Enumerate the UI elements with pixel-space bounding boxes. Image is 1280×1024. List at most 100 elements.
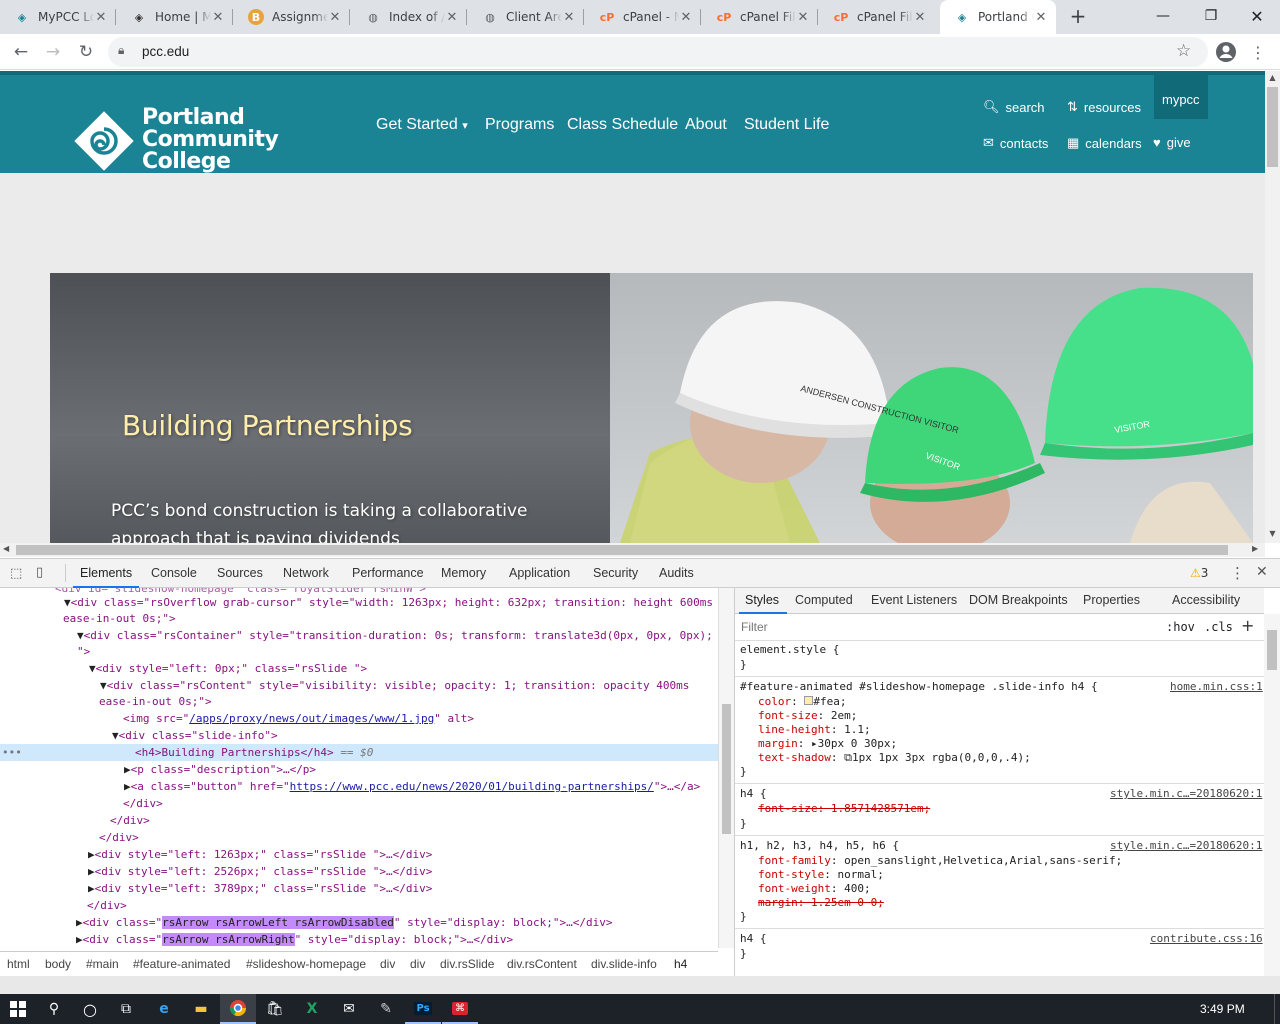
dom-line[interactable]: ▶<div class="rsArrow rsArrowRight" style… (76, 931, 513, 948)
css-property[interactable]: font-weight: 400; (758, 882, 871, 896)
styles-tab-properties[interactable]: Properties (1083, 593, 1140, 607)
css-property[interactable]: font-size: 2em; (758, 709, 857, 723)
css-property[interactable]: margin: ▸30px 0 30px; (758, 737, 897, 751)
pcc-logo-icon[interactable] (72, 109, 136, 173)
breadcrumb-item[interactable]: div (410, 957, 425, 971)
expand-arrow-icon[interactable]: ▶ (88, 865, 95, 878)
dom-link[interactable]: https://www.pcc.edu/news/2020/01/buildin… (290, 780, 654, 793)
devtools-tab-application[interactable]: Application (509, 566, 570, 580)
ellipsis-icon[interactable]: ••• (2, 744, 22, 761)
devtools-tab-network[interactable]: Network (283, 566, 329, 580)
tab-portland-cc[interactable]: ◈ Portland C ✕ (940, 0, 1056, 34)
scroll-thumb[interactable] (1267, 87, 1278, 167)
acrobat-icon[interactable]: ⌘ (442, 994, 478, 1024)
tab-client-area[interactable]: ◍ Client Are ✕ (468, 0, 584, 34)
taskbar-clock[interactable]: 3:49 PM (1200, 1002, 1245, 1016)
cls-toggle[interactable]: .cls (1204, 620, 1233, 634)
tab-index-of[interactable]: ◍ Index of / ✕ (351, 0, 467, 34)
close-window-button[interactable]: ✕ (1234, 0, 1280, 32)
close-icon[interactable]: ✕ (562, 10, 576, 25)
tab-cpanel-files-1[interactable]: cP cPanel Fil ✕ (702, 0, 818, 34)
windows-start-icon[interactable] (0, 994, 36, 1024)
close-icon[interactable]: ✕ (796, 10, 810, 25)
devtools-tab-memory[interactable]: Memory (441, 566, 486, 580)
minimize-button[interactable]: — (1140, 0, 1186, 32)
excel-icon[interactable]: X (294, 994, 330, 1024)
breadcrumb-item[interactable]: html (7, 957, 30, 971)
nav-student-life[interactable]: Student Life (744, 116, 829, 134)
breadcrumb-item[interactable]: div.rsContent (507, 957, 577, 971)
elements-scrollbar[interactable] (718, 588, 734, 948)
dom-line[interactable]: ease-in-out 0s;"> (99, 693, 212, 710)
dom-line-selected[interactable]: ••• <h4>Building Partnerships</h4> == $0 (0, 744, 718, 761)
star-icon[interactable]: ☆ (1176, 41, 1191, 61)
breadcrumb-item[interactable]: #main (86, 957, 119, 971)
shadow-editor-icon[interactable]: ⧉ (844, 751, 852, 764)
new-rule-plus-icon[interactable]: + (1241, 616, 1254, 635)
rule-selector[interactable]: #feature-animated #slideshow-homepage .s… (740, 680, 1098, 694)
page-horizontal-scrollbar[interactable]: ◀ ▶ (0, 543, 1265, 557)
css-property[interactable]: text-shadow: ⧉1px 1px 3px rgba(0,0,0,.4)… (758, 751, 1031, 765)
mypcc-link[interactable]: mypcc (1154, 75, 1208, 119)
close-icon[interactable]: ✕ (913, 10, 927, 25)
breadcrumb-item[interactable]: #slideshow-homepage (246, 957, 366, 971)
calendars-link[interactable]: ▦ calendars (1067, 135, 1142, 151)
app-icon[interactable]: ✎ (368, 994, 404, 1024)
cortana-icon[interactable]: ○ (72, 994, 108, 1024)
css-property[interactable]: color: #fea; (758, 695, 847, 709)
breadcrumb-item-current[interactable]: h4 (674, 957, 687, 971)
new-tab-button[interactable]: + (1066, 5, 1090, 29)
css-property[interactable]: line-height: 1.1; (758, 723, 871, 737)
dom-line[interactable]: ▼<div class="rsOverflow grab-cursor" sty… (64, 594, 713, 611)
rule-source-link[interactable]: style.min.c…=20180620:1 (1110, 839, 1262, 853)
close-icon[interactable]: ✕ (1034, 10, 1048, 25)
elements-dom-tree[interactable]: <div id="slideshow-homepage" class="roya… (0, 588, 718, 948)
search-link[interactable]: 🔍︎ search (983, 99, 1045, 115)
dom-line[interactable]: ▶<a class="button" href="https://www.pcc… (124, 778, 700, 795)
styles-tab-dom-breakpoints[interactable]: DOM Breakpoints (969, 593, 1068, 607)
styles-tab-accessibility[interactable]: Accessibility (1172, 593, 1240, 607)
breadcrumb-item[interactable]: div (380, 957, 395, 971)
dom-line[interactable]: </div> (87, 897, 127, 914)
nav-class-schedule[interactable]: Class Schedule (567, 116, 678, 134)
expand-arrow-icon[interactable]: ▶ (76, 933, 83, 946)
dom-line[interactable]: ▶<div class="rsArrow rsArrowLeft rsArrow… (76, 914, 612, 931)
dom-line[interactable]: ▼<div class="slide-info"> (112, 727, 278, 744)
dom-line[interactable]: ▶<p class="description">…</p> (124, 761, 316, 778)
address-bar[interactable]: 🔒︎ pcc.edu ☆ (108, 37, 1208, 67)
dom-line[interactable]: "> (77, 643, 90, 660)
rule-source-link[interactable]: contribute.css:16 (1150, 932, 1263, 946)
back-arrow-icon[interactable]: ← (9, 40, 33, 64)
dom-line[interactable]: ▶<div style="left: 2526px;" class="rsSli… (88, 863, 432, 880)
search-icon[interactable]: ⚲ (36, 994, 72, 1024)
nav-programs[interactable]: Programs (485, 116, 554, 134)
dom-line[interactable]: ease-in-out 0s;"> (63, 610, 176, 627)
rule-selector[interactable]: h4 { (740, 787, 767, 801)
menu-kebab-icon[interactable]: ⋮ (1246, 40, 1270, 64)
tab-mypcc-login[interactable]: ◈ MyPCC Lo ✕ (0, 0, 116, 34)
expand-arrow-icon[interactable]: ▼ (89, 662, 96, 675)
dom-line[interactable]: </div> (110, 812, 150, 829)
rule-source-link[interactable]: home.min.css:1 (1170, 680, 1263, 694)
reload-icon[interactable]: ↻ (74, 40, 98, 64)
restore-button[interactable]: ❐ (1188, 0, 1234, 32)
nav-get-started[interactable]: Get Started ▾ (376, 116, 468, 134)
devtools-menu-icon[interactable]: ⋮ (1230, 564, 1245, 582)
dom-line[interactable]: ▼<div class="rsContent" style="visibilit… (100, 677, 689, 694)
edge-browser-icon[interactable]: e (146, 994, 182, 1024)
expand-arrow-icon[interactable]: ▼ (112, 729, 119, 742)
styles-tab-computed[interactable]: Computed (795, 593, 853, 607)
element-style-selector[interactable]: element.style { (740, 643, 839, 657)
expand-arrow-icon[interactable]: ▶ (88, 848, 95, 861)
forward-arrow-icon[interactable]: → (41, 40, 65, 64)
css-property[interactable]: font-family: open_sanslight,Helvetica,Ar… (758, 854, 1122, 868)
scroll-down-arrow[interactable]: ▼ (1267, 529, 1278, 539)
give-link[interactable]: ♥ give (1153, 135, 1191, 150)
devtools-tab-security[interactable]: Security (593, 566, 638, 580)
rule-selector[interactable]: h1, h2, h3, h4, h5, h6 { (740, 839, 899, 853)
devtools-tab-audits[interactable]: Audits (659, 566, 694, 580)
mail-icon[interactable]: ✉ (331, 994, 367, 1024)
css-property[interactable]: font-style: normal; (758, 868, 884, 882)
task-view-icon[interactable]: ⧉ (108, 994, 144, 1024)
scroll-left-arrow[interactable]: ◀ (3, 544, 9, 553)
